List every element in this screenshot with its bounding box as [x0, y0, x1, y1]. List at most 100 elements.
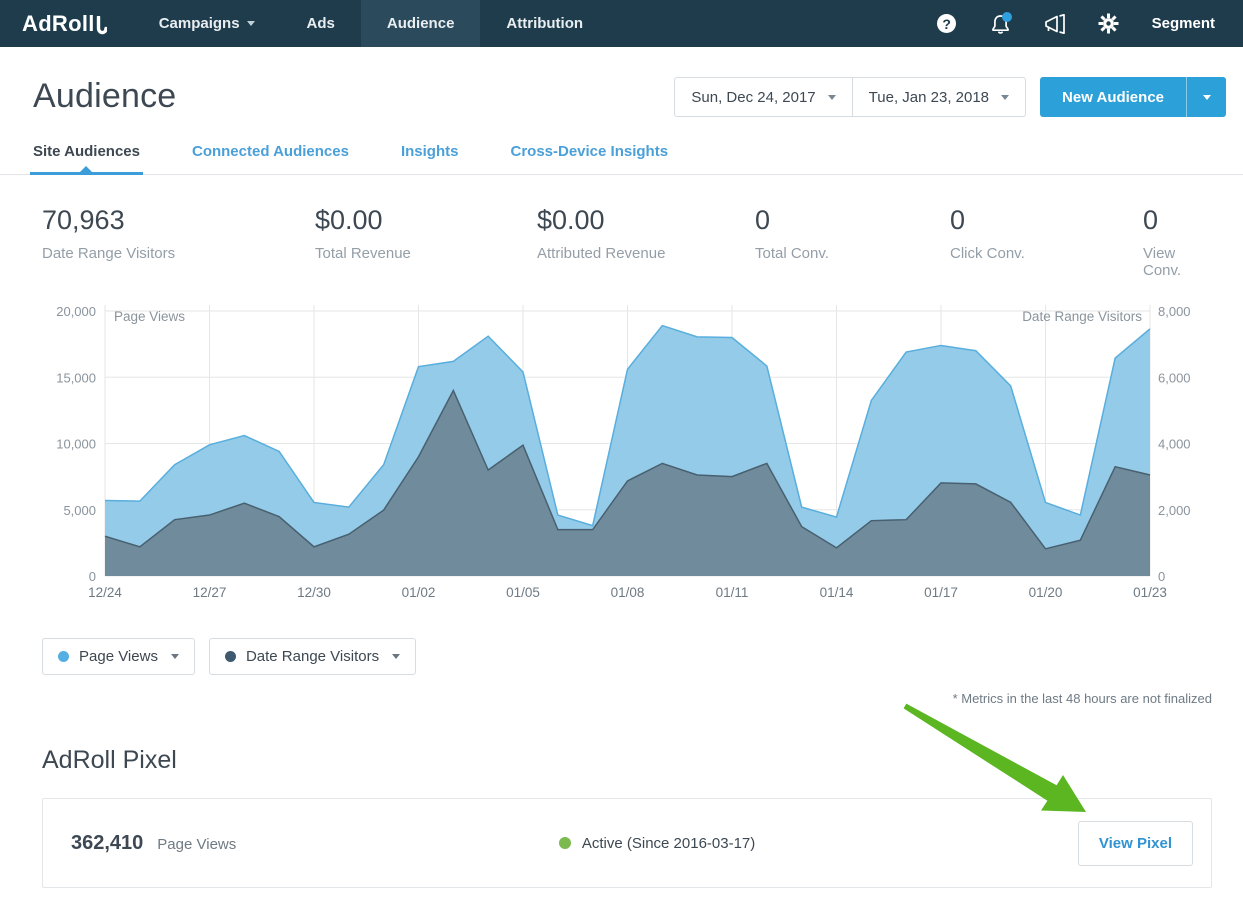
tab-cross-device-insights[interactable]: Cross-Device Insights [510, 133, 668, 174]
date-range-visitors-series-dot [225, 651, 236, 662]
account-menu-segment[interactable]: Segment [1136, 15, 1227, 32]
svg-text:2,000: 2,000 [1158, 503, 1191, 518]
stat-attributed-revenue: $0.00 Attributed Revenue [537, 205, 755, 279]
adroll-logo-text: AdRoll [22, 11, 95, 37]
stat-label: Date Range Visitors [42, 245, 315, 262]
announcements-megaphone-icon[interactable] [1028, 0, 1082, 47]
nav-item-campaigns[interactable]: Campaigns [133, 0, 281, 47]
adroll-pixel-card: 362,410 Page Views Active (Since 2016-03… [42, 798, 1212, 888]
active-status-dot [559, 837, 571, 849]
header-controls: Sun, Dec 24, 2017 Tue, Jan 23, 2018 New … [674, 77, 1226, 117]
svg-text:0: 0 [1158, 569, 1165, 584]
stat-label: Attributed Revenue [537, 245, 755, 262]
end-date-select[interactable]: Tue, Jan 23, 2018 [853, 77, 1026, 117]
nav-item-audience[interactable]: Audience [361, 0, 481, 47]
notifications-bell-icon[interactable] [974, 0, 1028, 47]
chevron-down-icon [247, 21, 255, 26]
pixel-page-views: 362,410 Page Views [71, 832, 236, 855]
stat-value: 0 [950, 205, 1143, 236]
legend-date-range-visitors-selector[interactable]: Date Range Visitors [209, 638, 416, 675]
svg-text:12/27: 12/27 [193, 585, 227, 600]
new-audience-dropdown-button[interactable] [1186, 77, 1226, 117]
nav-items: Campaigns Ads Audience Attribution [133, 0, 609, 47]
stat-label: View Conv. [1143, 245, 1212, 279]
svg-text:5,000: 5,000 [63, 503, 96, 518]
svg-text:20,000: 20,000 [56, 304, 96, 319]
adroll-pixel-heading: AdRoll Pixel [0, 746, 1243, 775]
nav-item-ads[interactable]: Ads [281, 0, 361, 47]
page-title: Audience [33, 77, 176, 116]
chart-canvas: 0 0 5,000 2,000 10,000 4,000 15,000 6,000 20,000… [0, 301, 1243, 609]
tab-insights[interactable]: Insights [401, 133, 459, 174]
svg-text:01/14: 01/14 [820, 585, 854, 600]
svg-text:01/20: 01/20 [1029, 585, 1063, 600]
page-header: Audience Sun, Dec 24, 2017 Tue, Jan 23, … [0, 47, 1243, 117]
chevron-down-icon [171, 654, 179, 659]
stat-value: 0 [755, 205, 950, 236]
new-audience-split-button: New Audience [1040, 77, 1226, 117]
adroll-logo[interactable]: AdRoll [0, 0, 133, 47]
nav-item-audience-label: Audience [387, 15, 455, 32]
stat-view-conv: 0 View Conv. [1143, 205, 1212, 279]
chart-legend: Page Views Date Range Visitors [0, 638, 1243, 675]
page-views-series-dot [58, 651, 69, 662]
pixel-status-text: Active (Since 2016-03-17) [582, 835, 755, 852]
chevron-down-icon [828, 95, 836, 100]
stat-value: $0.00 [315, 205, 537, 236]
topnav-right: ? [920, 0, 1243, 47]
new-audience-button[interactable]: New Audience [1040, 77, 1186, 117]
nav-item-attribution-label: Attribution [506, 15, 583, 32]
nav-item-attribution[interactable]: Attribution [480, 0, 609, 47]
top-navigation: AdRoll Campaigns Ads Audience Attributio… [0, 0, 1243, 47]
stat-date-range-visitors: 70,963 Date Range Visitors [42, 205, 315, 279]
view-pixel-button[interactable]: View Pixel [1078, 821, 1193, 866]
stat-value: 0 [1143, 205, 1212, 236]
stat-label: Total Revenue [315, 245, 537, 262]
summary-stats: 70,963 Date Range Visitors $0.00 Total R… [0, 175, 1243, 279]
svg-text:12/24: 12/24 [88, 585, 122, 600]
adroll-logo-curl-icon [96, 16, 107, 37]
start-date-select[interactable]: Sun, Dec 24, 2017 [674, 77, 852, 117]
nav-item-campaigns-label: Campaigns [159, 15, 240, 32]
chevron-down-icon [1203, 95, 1211, 100]
settings-gear-icon[interactable] [1082, 0, 1136, 47]
stat-label: Click Conv. [950, 245, 1143, 262]
svg-text:01/08: 01/08 [611, 585, 645, 600]
svg-text:12/30: 12/30 [297, 585, 331, 600]
date-range-group: Sun, Dec 24, 2017 Tue, Jan 23, 2018 [674, 77, 1026, 117]
chevron-down-icon [392, 654, 400, 659]
help-question-glyph: ? [937, 14, 956, 33]
svg-text:0: 0 [89, 569, 96, 584]
stat-total-revenue: $0.00 Total Revenue [315, 205, 537, 279]
svg-text:10,000: 10,000 [56, 437, 96, 452]
start-date-value: Sun, Dec 24, 2017 [691, 89, 815, 106]
stat-value: 70,963 [42, 205, 315, 236]
svg-text:15,000: 15,000 [56, 370, 96, 385]
stat-value: $0.00 [537, 205, 755, 236]
help-icon[interactable]: ? [920, 0, 974, 47]
metrics-footnote: * Metrics in the last 48 hours are not f… [0, 691, 1243, 706]
svg-text:01/02: 01/02 [402, 585, 436, 600]
gear-glyph [1098, 13, 1119, 34]
end-date-value: Tue, Jan 23, 2018 [869, 89, 989, 106]
megaphone-glyph [1043, 14, 1067, 34]
stat-label: Total Conv. [755, 245, 950, 262]
tab-connected-audiences[interactable]: Connected Audiences [192, 133, 349, 174]
stat-total-conv: 0 Total Conv. [755, 205, 950, 279]
svg-text:01/11: 01/11 [716, 585, 749, 600]
svg-text:6,000: 6,000 [1158, 370, 1191, 385]
svg-text:4,000: 4,000 [1158, 437, 1191, 452]
audience-tabs: Site Audiences Connected Audiences Insig… [0, 133, 1243, 175]
legend-date-range-visitors-label: Date Range Visitors [246, 648, 379, 665]
svg-text:01/23: 01/23 [1133, 585, 1167, 600]
legend-page-views-selector[interactable]: Page Views [42, 638, 195, 675]
svg-text:01/05: 01/05 [506, 585, 540, 600]
stat-click-conv: 0 Click Conv. [950, 205, 1143, 279]
svg-text:8,000: 8,000 [1158, 304, 1191, 319]
tab-site-audiences[interactable]: Site Audiences [33, 133, 140, 174]
legend-page-views-label: Page Views [79, 648, 158, 665]
pixel-page-views-label: Page Views [157, 836, 236, 853]
notification-badge-dot [1002, 12, 1012, 22]
chevron-down-icon [1001, 95, 1009, 100]
traffic-area-chart: 0 0 5,000 2,000 10,000 4,000 15,000 6,000 20,000… [0, 301, 1243, 614]
